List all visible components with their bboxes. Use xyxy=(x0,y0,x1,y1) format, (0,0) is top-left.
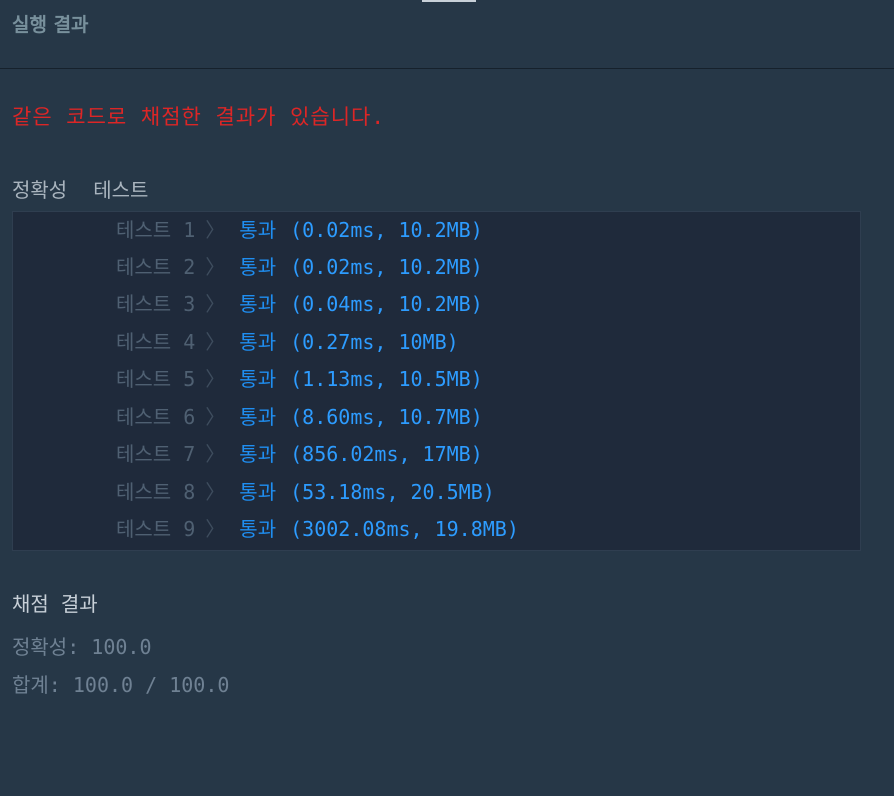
test-row[interactable]: 테스트 1 〉 통과 (0.02ms, 10.2MB) xyxy=(116,212,483,249)
total-score-value: 100.0 / 100.0 xyxy=(72,673,230,697)
accuracy-score-label: 정확성: xyxy=(12,635,80,659)
test-label: 테스트 8 xyxy=(116,480,196,504)
chevron-right-icon: 〉 xyxy=(205,330,226,354)
test-detail: (3002.08ms, 19.8MB) xyxy=(290,517,519,541)
test-row[interactable]: 테스트 4 〉 통과 (0.27ms, 10MB) xyxy=(116,324,459,361)
test-result: 통과 xyxy=(239,405,277,429)
test-label: 테스트 2 xyxy=(116,255,196,279)
test-row[interactable]: 테스트 7 〉 통과 (856.02ms, 17MB) xyxy=(116,436,483,473)
chevron-right-icon: 〉 xyxy=(205,218,226,242)
chevron-right-icon: 〉 xyxy=(205,442,226,466)
test-detail: (856.02ms, 17MB) xyxy=(290,442,483,466)
test-label: 테스트 3 xyxy=(116,292,196,316)
accuracy-score-value: 100.0 xyxy=(91,635,152,659)
test-row[interactable]: 테스트 5 〉 통과 (1.13ms, 10.5MB) xyxy=(116,361,483,398)
chevron-right-icon: 〉 xyxy=(205,517,226,541)
chevron-right-icon: 〉 xyxy=(205,405,226,429)
test-result: 통과 xyxy=(239,517,277,541)
accuracy-label: 정확성 xyxy=(12,178,68,202)
test-result: 통과 xyxy=(239,292,277,316)
test-detail: (0.04ms, 10.2MB) xyxy=(290,292,483,316)
test-detail: (0.02ms, 10.2MB) xyxy=(290,255,483,279)
test-label: 테스트 1 xyxy=(116,218,196,242)
test-results-list: 테스트 1 〉 통과 (0.02ms, 10.2MB) 테스트 2 〉 통과 (0.02ms… xyxy=(12,211,861,551)
test-detail: (0.27ms, 10MB) xyxy=(290,330,459,354)
score-title: 채점 결과 xyxy=(12,592,98,616)
test-detail: (53.18ms, 20.5MB) xyxy=(290,480,495,504)
test-result: 통과 xyxy=(239,218,277,242)
chevron-right-icon: 〉 xyxy=(205,367,226,391)
test-label: 테스트 9 xyxy=(116,517,196,541)
chevron-right-icon: 〉 xyxy=(205,480,226,504)
test-label: 테스트 4 xyxy=(116,330,196,354)
test-row[interactable]: 테스트 8 〉 통과 (53.18ms, 20.5MB) xyxy=(116,474,495,511)
test-row[interactable]: 테스트 9 〉 통과 (3002.08ms, 19.8MB) xyxy=(116,511,519,548)
duplicate-notice: 같은 코드로 채점한 결과가 있습니다. xyxy=(12,105,386,129)
test-detail: (1.13ms, 10.5MB) xyxy=(290,367,483,391)
header-title: 실행 결과 xyxy=(12,14,89,36)
accuracy-score: 정확성: 100.0 xyxy=(12,631,152,660)
test-result: 통과 xyxy=(239,442,277,466)
test-label: 테스트 5 xyxy=(116,367,196,391)
test-label: 테스트 6 xyxy=(116,405,196,429)
test-detail: (0.02ms, 10.2MB) xyxy=(290,218,483,242)
test-detail: (8.60ms, 10.7MB) xyxy=(290,405,483,429)
test-result: 통과 xyxy=(239,480,277,504)
chevron-right-icon: 〉 xyxy=(205,255,226,279)
test-row[interactable]: 테스트 3 〉 통과 (0.04ms, 10.2MB) xyxy=(116,286,483,323)
test-row[interactable]: 테스트 6 〉 통과 (8.60ms, 10.7MB) xyxy=(116,399,483,436)
accuracy-section-title: 정확성 테스트 xyxy=(12,174,148,203)
total-score-label: 합계: xyxy=(12,673,61,697)
test-row[interactable]: 테스트 2 〉 통과 (0.02ms, 10.2MB) xyxy=(116,249,483,286)
result-header: 실행 결과 xyxy=(0,0,894,69)
total-score: 합계: 100.0 / 100.0 xyxy=(12,669,229,698)
chevron-right-icon: 〉 xyxy=(205,292,226,316)
test-result: 통과 xyxy=(239,330,277,354)
test-result: 통과 xyxy=(239,255,277,279)
test-label: 테스트 7 xyxy=(116,442,196,466)
test-result: 통과 xyxy=(239,367,277,391)
test-tab-label: 테스트 xyxy=(93,178,149,202)
